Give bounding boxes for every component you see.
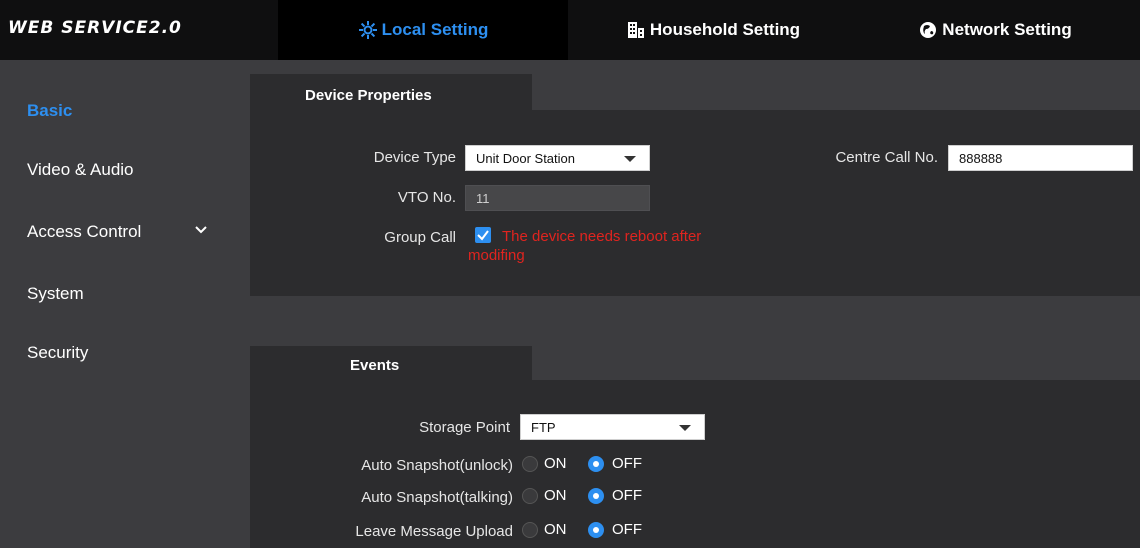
storage-point-label: Storage Point (419, 419, 510, 436)
auto-snapshot-talking-on-label: ON (544, 487, 567, 504)
tab-household-setting[interactable]: Household Setting (568, 0, 858, 60)
device-type-label: Device Type (373, 149, 456, 166)
events-title: Events (350, 357, 400, 374)
chevron-down-icon[interactable] (195, 224, 207, 236)
centre-call-input[interactable]: 888888 (948, 145, 1133, 171)
auto-snapshot-talking-off-radio[interactable] (588, 488, 604, 504)
leave-message-upload-on-radio[interactable] (522, 522, 538, 538)
auto-snapshot-unlock-off-radio[interactable] (588, 456, 604, 472)
leave-message-upload-label: Leave Message Upload (355, 523, 513, 540)
auto-snapshot-talking-off-label: OFF (612, 487, 642, 504)
app-logo: WEB SERVICE2.0 (8, 18, 182, 38)
tab-device-properties[interactable]: Device Properties (250, 74, 532, 114)
dropdown-arrow-icon (679, 425, 691, 431)
globe-icon (920, 22, 937, 38)
gear-icon (358, 21, 377, 39)
auto-snapshot-unlock-off-label: OFF (612, 455, 642, 472)
group-call-label: Group Call (384, 229, 456, 246)
auto-snapshot-talking-label: Auto Snapshot(talking) (361, 489, 513, 506)
vto-no-label: VTO No. (397, 189, 456, 206)
leave-message-upload-on-label: ON (544, 521, 567, 538)
tab-local-setting-label: Local Setting (381, 20, 489, 39)
sidebar-item-basic[interactable]: Basic (27, 101, 72, 121)
leave-message-upload-off-radio[interactable] (588, 522, 604, 538)
tab-network-setting[interactable]: Network Setting (850, 0, 1140, 60)
auto-snapshot-unlock-label: Auto Snapshot(unlock) (361, 457, 513, 474)
sidebar (0, 60, 248, 548)
sidebar-item-access-control[interactable]: Access Control (27, 222, 141, 242)
storage-point-select[interactable]: FTP (520, 414, 705, 440)
device-type-value: Unit Door Station (476, 151, 575, 166)
storage-point-value: FTP (531, 420, 556, 435)
tab-network-setting-label: Network Setting (942, 20, 1072, 39)
device-type-select[interactable]: Unit Door Station (465, 145, 650, 171)
checkmark-icon (477, 230, 489, 241)
reboot-warning-line-1: The device needs reboot after (502, 228, 702, 245)
top-navigation-bar: WEB SERVICE2.0 Local Setting Household S… (0, 0, 1140, 60)
group-call-checkbox[interactable] (475, 227, 491, 243)
sidebar-item-video-audio[interactable]: Video & Audio (27, 160, 134, 180)
tab-local-setting[interactable]: Local Setting (278, 0, 568, 60)
tab-household-setting-label: Household Setting (649, 20, 801, 39)
reboot-warning-line-2: modifing (468, 247, 525, 264)
device-properties-title: Device Properties (305, 87, 432, 104)
leave-message-upload-off-label: OFF (612, 521, 642, 538)
auto-snapshot-talking-on-radio[interactable] (522, 488, 538, 504)
sidebar-item-system[interactable]: System (27, 284, 84, 304)
auto-snapshot-unlock-on-label: ON (544, 455, 567, 472)
vto-no-input[interactable]: 11 (465, 185, 650, 211)
sidebar-item-security[interactable]: Security (27, 343, 88, 363)
building-icon (627, 22, 644, 38)
dropdown-arrow-icon (624, 156, 636, 162)
auto-snapshot-unlock-on-radio[interactable] (522, 456, 538, 472)
centre-call-label: Centre Call No. (835, 149, 938, 166)
